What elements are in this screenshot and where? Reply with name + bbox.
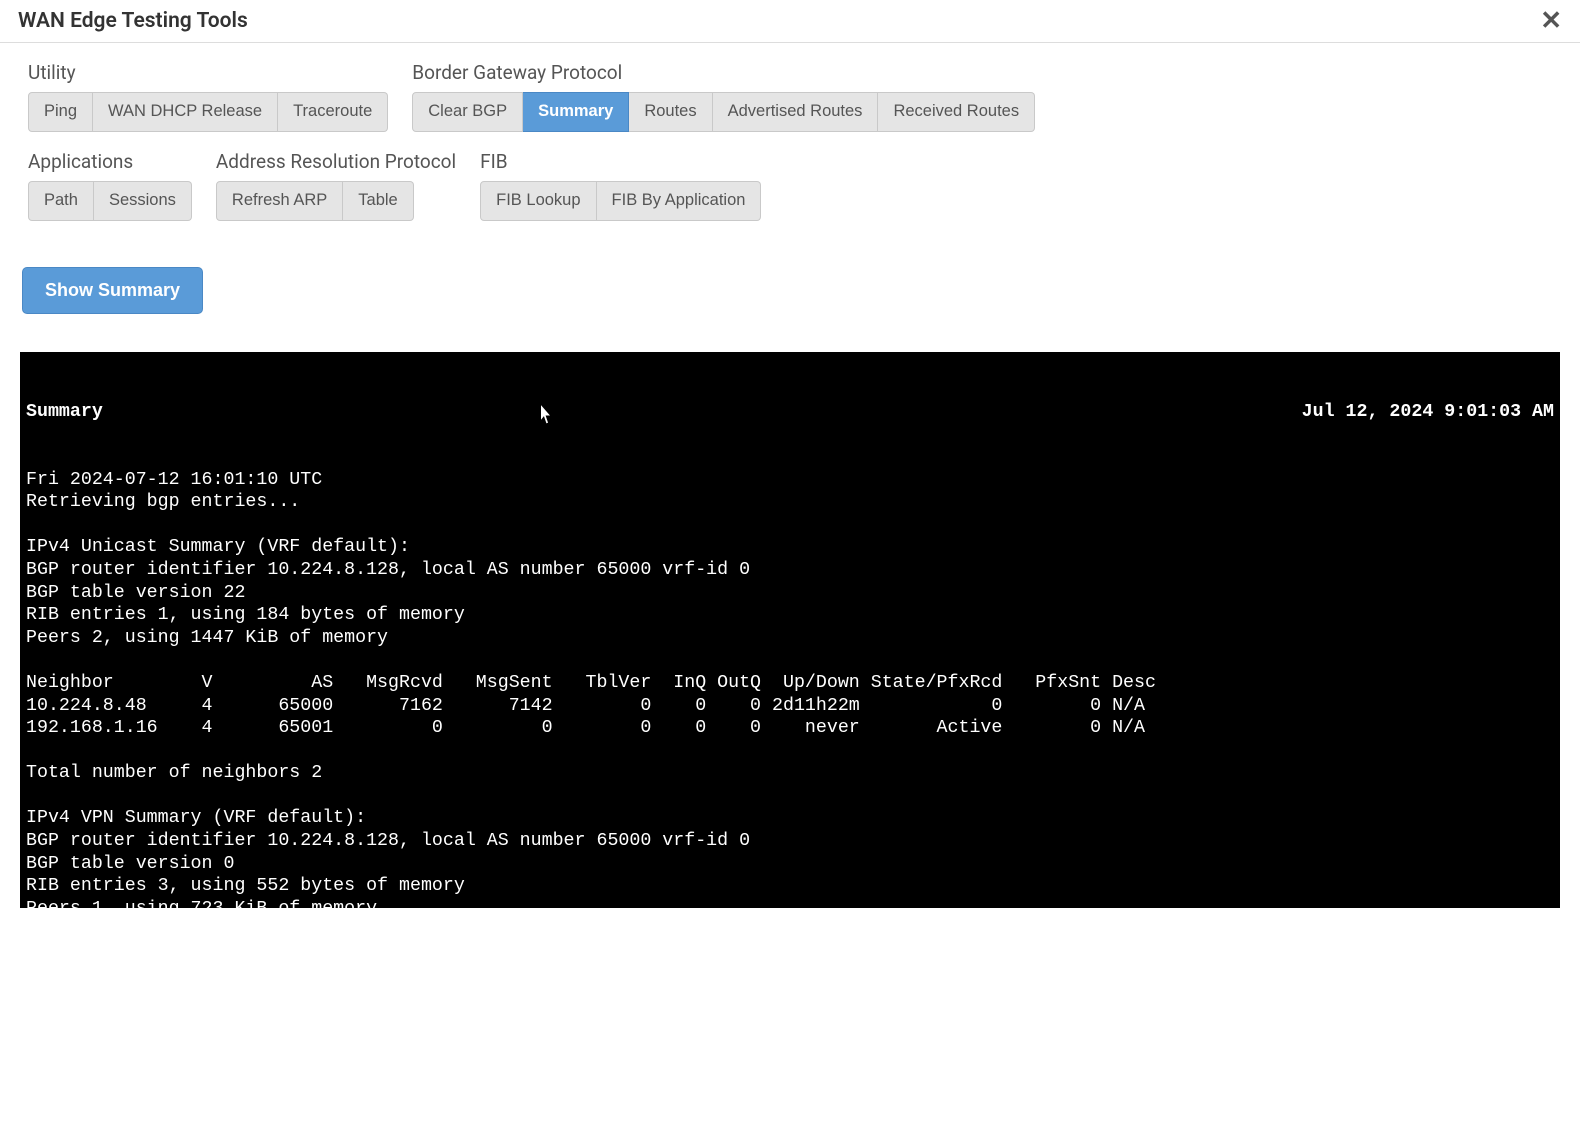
apps-path-button[interactable]: Path [28,181,94,221]
arp-table-button[interactable]: Table [343,181,413,221]
refresh-arp-button[interactable]: Refresh ARP [216,181,343,221]
fib-lookup-button[interactable]: FIB Lookup [480,181,596,221]
ping-button[interactable]: Ping [28,92,93,132]
group-arp: Address Resolution Protocol Refresh ARP … [216,150,456,221]
terminal-title: Summary [26,401,103,424]
terminal-body: Fri 2024-07-12 16:01:10 UTC Retrieving b… [26,469,1554,908]
group-label-bgp: Border Gateway Protocol [412,61,1035,84]
group-applications: Applications Path Sessions [28,150,192,221]
controls-area: Utility Ping WAN DHCP Release Traceroute… [0,43,1580,324]
bgp-received-routes-button[interactable]: Received Routes [878,92,1035,132]
traceroute-button[interactable]: Traceroute [278,92,388,132]
apps-sessions-button[interactable]: Sessions [94,181,192,221]
group-label-arp: Address Resolution Protocol [216,150,456,173]
group-label-fib: FIB [480,150,761,173]
bgp-routes-button[interactable]: Routes [629,92,712,132]
group-label-utility: Utility [28,61,388,84]
wan-dhcp-release-button[interactable]: WAN DHCP Release [93,92,278,132]
show-summary-button[interactable]: Show Summary [22,267,203,314]
group-bgp: Border Gateway Protocol Clear BGP Summar… [412,61,1035,132]
terminal-output: Summary Jul 12, 2024 9:01:03 AM Fri 2024… [20,352,1560,908]
clear-bgp-button[interactable]: Clear BGP [412,92,523,132]
dialog-header: WAN Edge Testing Tools ✕ [0,0,1580,43]
terminal-timestamp: Jul 12, 2024 9:01:03 AM [1302,401,1554,424]
group-label-applications: Applications [28,150,192,173]
dialog-title: WAN Edge Testing Tools [18,9,248,33]
fib-by-application-button[interactable]: FIB By Application [597,181,762,221]
bgp-advertised-routes-button[interactable]: Advertised Routes [713,92,879,132]
group-utility: Utility Ping WAN DHCP Release Traceroute [28,61,388,132]
group-fib: FIB FIB Lookup FIB By Application [480,150,761,221]
bgp-summary-button[interactable]: Summary [523,92,629,132]
close-icon[interactable]: ✕ [1540,8,1562,34]
